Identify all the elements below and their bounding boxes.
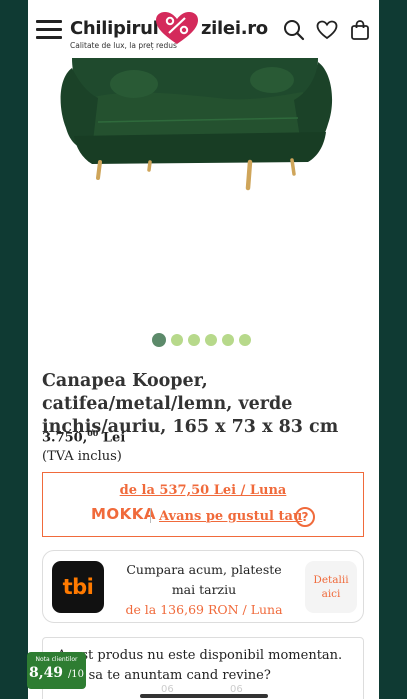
gallery-dot[interactable] xyxy=(205,334,217,346)
gallery-dot[interactable] xyxy=(222,334,234,346)
customer-rating-badge[interactable]: Nota clientilor 8,49 /10 xyxy=(27,652,86,689)
search-icon[interactable] xyxy=(283,19,305,41)
tbi-text: Cumpara acum, plateste mai tarziu de la … xyxy=(115,560,293,620)
rating-label: Nota clientilor xyxy=(35,656,78,663)
bag-icon[interactable] xyxy=(349,19,371,41)
stock-text: Acest produs nu este disponibil momentan… xyxy=(57,648,343,683)
site-logo[interactable]: Chilipirul zilei.ro Calitate de lux, la … xyxy=(70,8,270,52)
menu-icon[interactable] xyxy=(36,18,64,40)
site-header: Chilipirul zilei.ro Calitate de lux, la … xyxy=(28,0,379,58)
sofa-illustration xyxy=(60,58,333,191)
tbi-rate: de la 136,69 RON / Luna xyxy=(125,602,283,617)
tbi-headline: Cumpara acum, plateste mai tarziu xyxy=(126,562,282,597)
logo-text-right: zilei.ro xyxy=(201,18,268,39)
divider xyxy=(150,508,151,523)
gallery-dot[interactable] xyxy=(171,334,183,346)
logo-tagline: Calitate de lux, la preț redus xyxy=(70,41,177,50)
product-page: Chilipirul zilei.ro Calitate de lux, la … xyxy=(28,0,379,699)
tva-note: (TVA inclus) xyxy=(42,449,122,464)
gallery-dot[interactable] xyxy=(152,333,166,347)
mokka-installment-link[interactable]: de la 537,50 Lei / Luna xyxy=(43,483,363,498)
logo-text-left: Chilipirul xyxy=(70,18,159,39)
tbi-details-button[interactable]: Detalii aici xyxy=(305,561,357,613)
rating-value: 8,49 /10 xyxy=(28,665,85,681)
mokka-avans-link[interactable]: Avans pe gustul tau xyxy=(159,509,302,524)
help-icon[interactable]: ? xyxy=(295,507,315,527)
gallery-dots xyxy=(152,333,251,347)
tbi-financing-box: tbi Cumpara acum, plateste mai tarziu de… xyxy=(42,550,364,623)
product-price: 3.750,00 Lei xyxy=(42,428,126,446)
gallery-dot[interactable] xyxy=(239,334,251,346)
stock-notice: Acest produs nu este disponibil momentan… xyxy=(42,637,364,699)
tbi-logo: tbi xyxy=(52,561,104,613)
mokka-financing-box: de la 537,50 Lei / Luna MOKKA Avans pe g… xyxy=(42,472,364,537)
home-indicator xyxy=(140,694,268,698)
gallery-dot[interactable] xyxy=(188,334,200,346)
mokka-logo: MOKKA xyxy=(91,505,157,523)
heart-icon[interactable] xyxy=(316,19,338,41)
product-image[interactable] xyxy=(28,58,379,328)
